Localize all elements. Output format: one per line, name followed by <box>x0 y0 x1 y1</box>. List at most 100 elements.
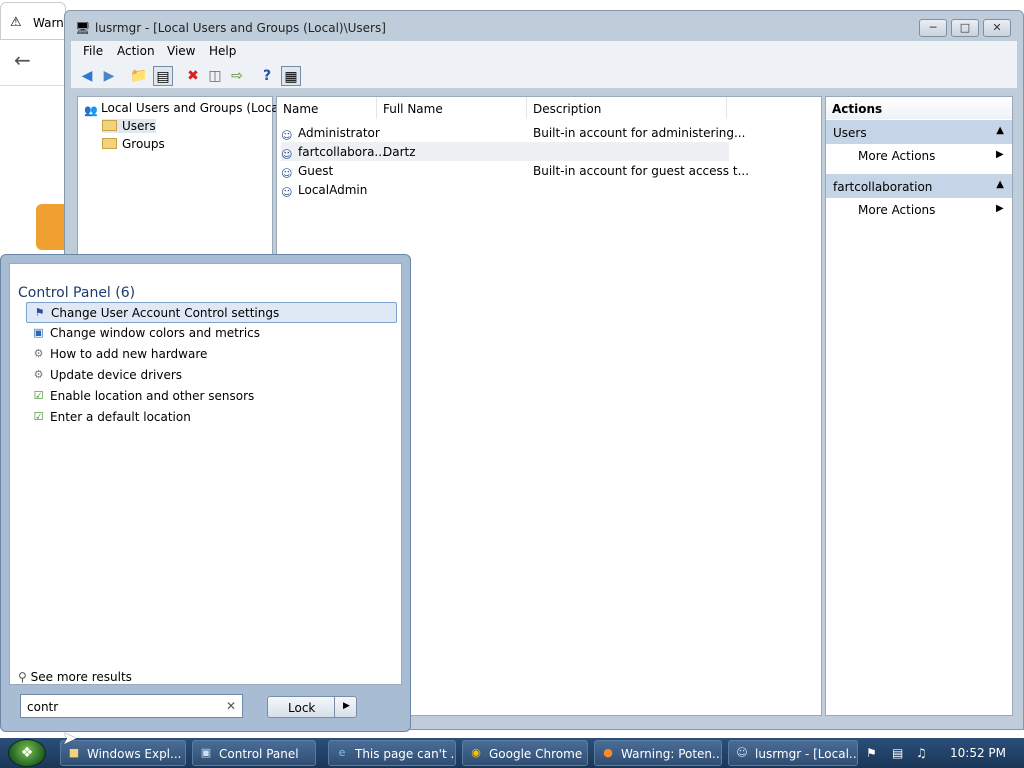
mouse-cursor-icon: ➤ <box>62 728 78 749</box>
task-windows-explorer[interactable]: ■ Windows Expl... <box>60 740 186 766</box>
show-hide-tree-icon[interactable]: ▤ <box>153 66 173 86</box>
user-name: fartcollabora... <box>298 145 386 159</box>
forward-icon[interactable]: ▶ <box>99 66 119 86</box>
split-divider <box>334 697 335 717</box>
search-icon: ⚲ <box>18 670 27 684</box>
table-row[interactable]: ☺ Guest Built-in account for guest access… <box>281 161 749 180</box>
task-lusrmgr[interactable]: ☺ lusrmgr - [Local... <box>728 740 858 766</box>
export-list-icon[interactable]: ⇨ <box>227 66 247 86</box>
delete-icon[interactable]: ✖ <box>183 66 203 86</box>
user-full-name: Dartz <box>383 145 416 159</box>
user-name: Administrator <box>298 126 380 140</box>
close-button[interactable]: ✕ <box>983 19 1011 37</box>
results-group-header[interactable]: Control Panel (6) <box>18 285 135 301</box>
properties-icon[interactable]: ◫ <box>205 66 225 86</box>
menu-bar: File Action View Help <box>71 41 1017 63</box>
result-label: Enter a default location <box>50 410 191 424</box>
folder-icon <box>102 120 117 131</box>
task-label: Windows Expl... <box>87 747 182 761</box>
result-add-hardware[interactable]: ⚙ How to add new hardware <box>26 344 397 365</box>
result-default-location[interactable]: ☑ Enter a default location <box>26 407 397 428</box>
task-firefox[interactable]: ● Warning: Poten... <box>594 740 722 766</box>
collapse-up-icon[interactable]: ▲ <box>996 179 1004 190</box>
back-icon[interactable]: ◀ <box>77 66 97 86</box>
task-control-panel[interactable]: ▣ Control Panel <box>192 740 316 766</box>
clear-search-icon[interactable]: ✕ <box>226 699 236 713</box>
task-label: lusrmgr - [Local... <box>755 747 858 761</box>
task-internet-explorer[interactable]: e This page can't ... <box>328 740 456 766</box>
result-label: Change User Account Control settings <box>51 306 280 320</box>
clock[interactable]: 10:52 PM <box>950 746 1006 760</box>
tree-item-groups[interactable]: Groups <box>102 137 165 151</box>
action-center-icon[interactable]: ⚑ <box>866 746 877 760</box>
more-actions-label: More Actions <box>858 203 936 217</box>
table-row[interactable]: ☺ Administrator Built-in account for admi… <box>281 123 745 142</box>
folder-icon <box>102 138 117 149</box>
tree-root-label: Local Users and Groups (Local) <box>101 101 287 115</box>
minimize-button[interactable]: ─ <box>919 19 947 37</box>
volume-icon[interactable]: ♫ <box>916 746 927 760</box>
menu-help[interactable]: Help <box>209 44 236 58</box>
search-results-panel: Control Panel (6) ⚑ Change User Account C… <box>9 263 402 685</box>
firefox-icon: ● <box>603 746 613 759</box>
menu-action[interactable]: Action <box>117 44 155 58</box>
warning-shield-icon <box>36 204 66 250</box>
more-actions-users[interactable]: More Actions ▶ <box>858 149 1004 163</box>
result-label: Change window colors and metrics <box>50 326 260 340</box>
user-icon: ☺ <box>281 129 293 142</box>
maximize-button[interactable]: □ <box>951 19 979 37</box>
task-label: Google Chrome <box>489 747 583 761</box>
task-google-chrome[interactable]: ◉ Google Chrome <box>462 740 588 766</box>
user-icon: ☺ <box>281 186 293 199</box>
column-header-description[interactable]: Description <box>527 97 727 119</box>
menu-view[interactable]: View <box>167 44 195 58</box>
start-button[interactable]: ❖ <box>8 739 46 767</box>
column-header-full-name[interactable]: Full Name <box>377 97 527 119</box>
back-arrow-icon[interactable]: ← <box>14 48 31 72</box>
submenu-arrow-icon: ▶ <box>996 149 1004 160</box>
system-tray: ⚑ ▤ ♫ 10:52 PM <box>862 738 1024 768</box>
user-icon: ☺ <box>281 148 293 161</box>
control-panel-icon: ▣ <box>200 746 212 759</box>
power-options-arrow-icon[interactable]: ▶ <box>343 701 350 711</box>
actions-section-title: fartcollaboration <box>833 180 933 194</box>
task-label: This page can't ... <box>355 747 456 761</box>
window-title: lusrmgr - [Local Users and Groups (Local… <box>95 21 386 35</box>
result-update-drivers[interactable]: ⚙ Update device drivers <box>26 365 397 386</box>
result-window-colors[interactable]: ▣ Change window colors and metrics <box>26 323 397 344</box>
actions-section-title: Users <box>833 126 867 140</box>
menu-file[interactable]: File <box>83 44 103 58</box>
result-uac-settings[interactable]: ⚑ Change User Account Control settings <box>26 302 397 323</box>
tree-item-label: Groups <box>122 137 165 151</box>
table-row[interactable]: ☺ fartcollabora... Dartz <box>281 142 729 161</box>
chrome-icon: ◉ <box>471 746 481 759</box>
network-icon[interactable]: ▤ <box>892 746 903 760</box>
user-description: Built-in account for administering... <box>533 126 746 140</box>
start-search-input[interactable]: contr ✕ <box>20 694 243 718</box>
task-label: Warning: Poten... <box>621 747 722 761</box>
help-icon[interactable]: ? <box>257 66 277 86</box>
table-row[interactable]: ☺ LocalAdmin <box>281 180 729 199</box>
taskbar: ❖ ■ Windows Expl... ▣ Control Panel e This … <box>0 738 1024 768</box>
monitor-icon: ▣ <box>33 326 44 339</box>
collapse-up-icon[interactable]: ▲ <box>996 125 1004 136</box>
title-bar[interactable]: 🖥 lusrmgr - [Local Users and Groups (Loc… <box>65 11 1023 45</box>
result-location-sensors[interactable]: ☑ Enable location and other sensors <box>26 386 397 407</box>
start-menu: Control Panel (6) ⚑ Change User Account C… <box>0 254 411 732</box>
up-folder-icon[interactable]: 📁 <box>129 66 149 86</box>
browser-tab[interactable]: ⚠ Warni <box>0 2 66 40</box>
see-more-results[interactable]: ⚲ See more results <box>18 670 132 684</box>
sensor-icon: ☑ <box>33 410 44 423</box>
task-label: Control Panel <box>219 747 299 761</box>
show-hide-action-pane-icon[interactable]: ▦ <box>281 66 301 86</box>
users-groups-icon: ☺ <box>736 746 748 759</box>
tree-item-users[interactable]: Users <box>102 119 156 133</box>
more-actions-label: More Actions <box>858 149 936 163</box>
internet-explorer-icon: e <box>338 746 346 759</box>
actions-section-users[interactable]: Users ▲ <box>826 120 1012 144</box>
tree-root[interactable]: 👥 Local Users and Groups (Local) <box>84 101 287 117</box>
more-actions-fartcollaboration[interactable]: More Actions ▶ <box>858 203 1004 217</box>
actions-section-fartcollaboration[interactable]: fartcollaboration ▲ <box>826 174 1012 198</box>
column-header-name[interactable]: Name <box>277 97 377 119</box>
lock-button[interactable]: Lock ▶ <box>267 696 357 718</box>
